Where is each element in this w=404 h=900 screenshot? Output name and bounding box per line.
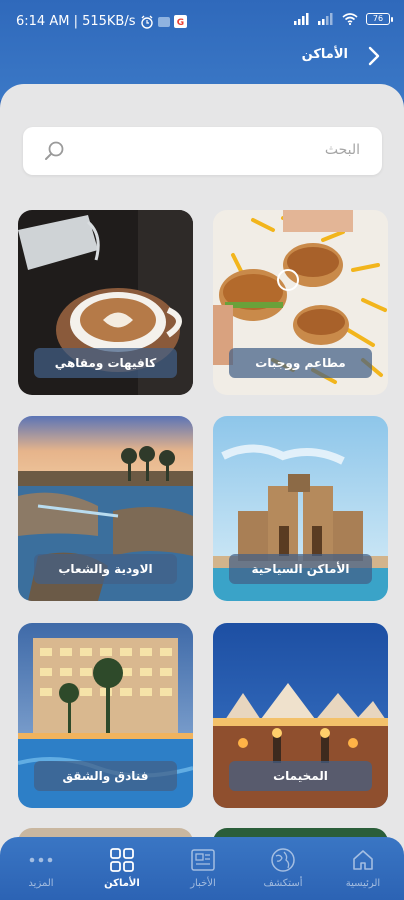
- tab-more[interactable]: المزيد: [1, 837, 81, 900]
- signal-icon-2: [318, 13, 333, 25]
- news-icon: [190, 847, 216, 873]
- category-card-cafes[interactable]: كافيهات ومقاهي: [18, 210, 193, 395]
- back-button[interactable]: [362, 44, 386, 68]
- category-card-camps[interactable]: المخيمات: [213, 623, 388, 808]
- alarm-icon: [140, 15, 153, 29]
- category-card-tourist-places[interactable]: الأماكن السياحية: [213, 416, 388, 601]
- tab-explore[interactable]: أستكشف: [243, 837, 323, 900]
- home-icon: [350, 847, 376, 873]
- more-icon: [28, 847, 54, 873]
- google-icon: G: [173, 15, 187, 28]
- category-label: فنادق والشقق: [34, 761, 177, 791]
- status-bar: 6:14 AM | 515KB/s G 76: [0, 0, 404, 44]
- category-label: الاودية والشعاب: [34, 554, 177, 584]
- tab-label: الرئيسية: [345, 878, 381, 889]
- category-label: المخيمات: [229, 761, 372, 791]
- signal-icon: [294, 13, 309, 25]
- svg-text:G: G: [176, 18, 183, 28]
- category-card-hotels[interactable]: فنادق والشقق: [18, 623, 193, 808]
- category-card-valleys[interactable]: الاودية والشعاب: [18, 416, 193, 601]
- tab-places[interactable]: الأماكن: [82, 837, 162, 900]
- search-icon[interactable]: [43, 139, 67, 163]
- status-right: 76: [294, 13, 393, 25]
- chevron-right-icon: [368, 46, 380, 66]
- tab-news[interactable]: الأخبار: [163, 837, 243, 900]
- tab-label: المزيد: [28, 878, 54, 889]
- category-label: مطاعم ووجبات: [229, 348, 372, 378]
- status-left: 6:14 AM | 515KB/s G: [16, 14, 187, 29]
- category-label: كافيهات ومقاهي: [34, 348, 177, 378]
- category-label: الأماكن السياحية: [229, 554, 372, 584]
- tab-label: الأخبار: [190, 878, 216, 889]
- notification-icon: [157, 16, 170, 27]
- tab-label: أستكشف: [263, 878, 303, 889]
- tab-home[interactable]: الرئيسية: [323, 837, 403, 900]
- battery-level: 76: [372, 14, 384, 23]
- wifi-icon: [342, 13, 358, 25]
- search-placeholder: البحث: [324, 142, 360, 158]
- tab-label: الأماكن: [104, 878, 140, 889]
- status-time: 6:14 AM | 515KB/s: [16, 14, 136, 29]
- page-title: الأماكن: [301, 47, 348, 62]
- search-input[interactable]: البحث: [23, 127, 382, 175]
- battery-icon: 76: [366, 13, 393, 25]
- category-card-restaurants[interactable]: مطاعم ووجبات: [213, 210, 388, 395]
- grid-icon: [109, 847, 135, 873]
- bottom-tab-bar: الرئيسية أستكشف الأخبار الأماكن المزيد: [0, 837, 404, 900]
- globe-icon: [270, 847, 296, 873]
